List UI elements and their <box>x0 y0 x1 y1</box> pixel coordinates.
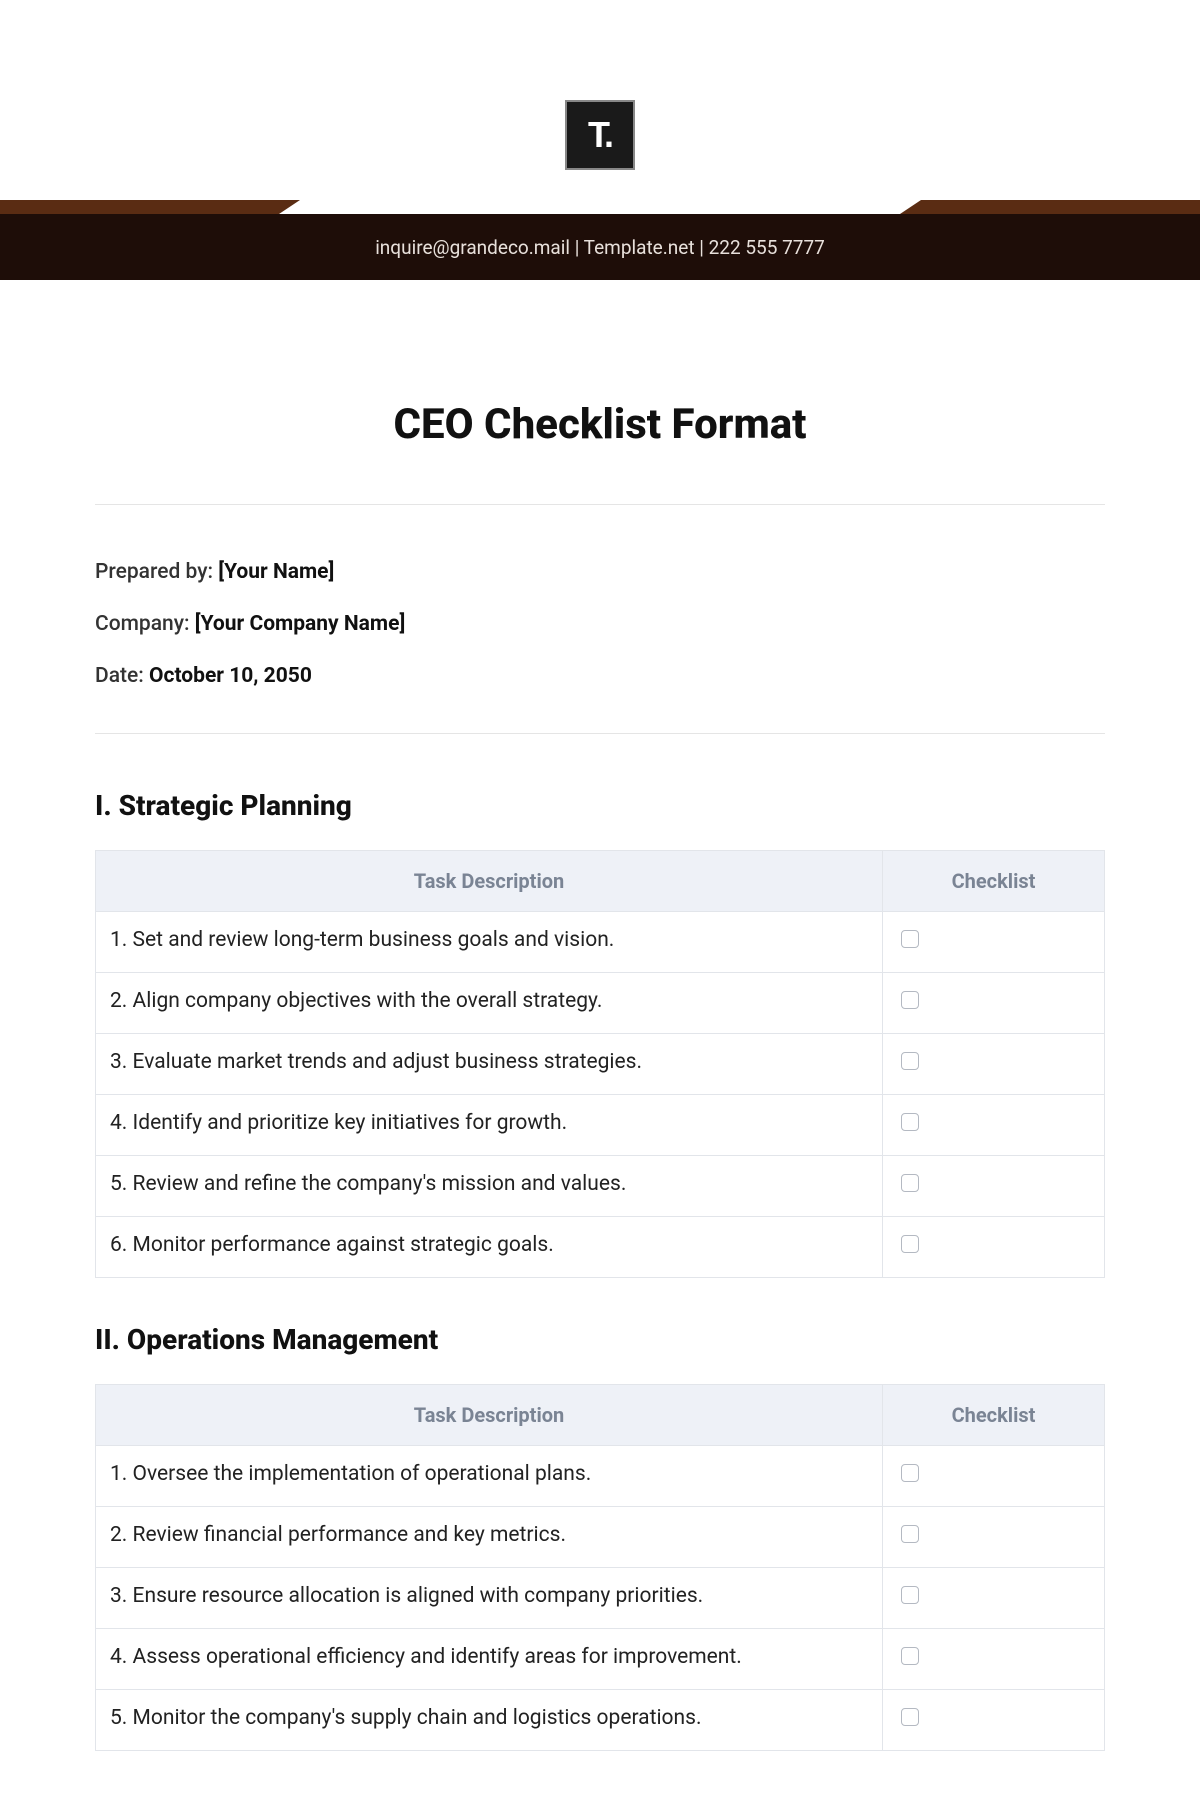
checkbox-cell <box>883 1217 1105 1278</box>
document-page: T. inquire@grandeco.mail | Template.net … <box>0 0 1200 1811</box>
checkbox-icon[interactable] <box>901 1174 919 1192</box>
checkbox-icon[interactable] <box>901 1113 919 1131</box>
meta-label: Company: <box>95 612 195 636</box>
checkbox-cell <box>883 1034 1105 1095</box>
meta-value: October 10, 2050 <box>149 664 312 688</box>
meta-label: Prepared by: <box>95 560 218 584</box>
checklist-table: Task DescriptionChecklist1. Oversee the … <box>95 1384 1105 1751</box>
checkbox-icon[interactable] <box>901 1586 919 1604</box>
task-cell: 2. Align company objectives with the ove… <box>96 973 883 1034</box>
logo-icon: T. <box>565 100 635 170</box>
column-header-task: Task Description <box>96 851 883 912</box>
task-cell: 3. Ensure resource allocation is aligned… <box>96 1568 883 1629</box>
table-row: 2. Align company objectives with the ove… <box>96 973 1105 1034</box>
header-contact-line: inquire@grandeco.mail | Template.net | 2… <box>0 214 1200 280</box>
task-cell: 1. Oversee the implementation of operati… <box>96 1446 883 1507</box>
column-header-task: Task Description <box>96 1385 883 1446</box>
checkbox-cell <box>883 912 1105 973</box>
checkbox-cell <box>883 1568 1105 1629</box>
meta-value: [Your Name] <box>218 560 334 584</box>
checkbox-icon[interactable] <box>901 1235 919 1253</box>
column-header-checklist: Checklist <box>883 1385 1105 1446</box>
task-cell: 4. Assess operational efficiency and ide… <box>96 1629 883 1690</box>
meta-block: Prepared by: [Your Name] Company: [Your … <box>95 560 1105 688</box>
sections-container: I. Strategic PlanningTask DescriptionChe… <box>95 789 1105 1751</box>
checkbox-cell <box>883 1690 1105 1751</box>
checkbox-cell <box>883 1156 1105 1217</box>
meta-date: Date: October 10, 2050 <box>95 664 1105 688</box>
column-header-checklist: Checklist <box>883 851 1105 912</box>
table-row: 3. Evaluate market trends and adjust bus… <box>96 1034 1105 1095</box>
checkbox-icon[interactable] <box>901 991 919 1009</box>
meta-company: Company: [Your Company Name] <box>95 612 1105 636</box>
logo-container: T. <box>0 0 1200 200</box>
meta-value: [Your Company Name] <box>195 612 405 636</box>
table-row: 4. Assess operational efficiency and ide… <box>96 1629 1105 1690</box>
table-row: 1. Oversee the implementation of operati… <box>96 1446 1105 1507</box>
task-cell: 4. Identify and prioritize key initiativ… <box>96 1095 883 1156</box>
task-cell: 5. Review and refine the company's missi… <box>96 1156 883 1217</box>
table-row: 1. Set and review long-term business goa… <box>96 912 1105 973</box>
table-row: 6. Monitor performance against strategic… <box>96 1217 1105 1278</box>
checkbox-cell <box>883 1629 1105 1690</box>
checkbox-cell <box>883 973 1105 1034</box>
divider <box>95 504 1105 505</box>
checkbox-cell <box>883 1095 1105 1156</box>
divider <box>95 733 1105 734</box>
task-cell: 3. Evaluate market trends and adjust bus… <box>96 1034 883 1095</box>
table-row: 5. Monitor the company's supply chain an… <box>96 1690 1105 1751</box>
checkbox-icon[interactable] <box>901 1464 919 1482</box>
section-heading: II. Operations Management <box>95 1323 1105 1356</box>
task-cell: 5. Monitor the company's supply chain an… <box>96 1690 883 1751</box>
header-accent <box>0 200 1200 214</box>
page-title: CEO Checklist Format <box>95 400 1105 449</box>
checkbox-icon[interactable] <box>901 1708 919 1726</box>
task-cell: 2. Review financial performance and key … <box>96 1507 883 1568</box>
checkbox-cell <box>883 1507 1105 1568</box>
checkbox-icon[interactable] <box>901 1647 919 1665</box>
checkbox-icon[interactable] <box>901 1052 919 1070</box>
header-bar: inquire@grandeco.mail | Template.net | 2… <box>0 200 1200 280</box>
section-heading: I. Strategic Planning <box>95 789 1105 822</box>
table-row: 2. Review financial performance and key … <box>96 1507 1105 1568</box>
checkbox-cell <box>883 1446 1105 1507</box>
checkbox-icon[interactable] <box>901 1525 919 1543</box>
meta-prepared-by: Prepared by: [Your Name] <box>95 560 1105 584</box>
checkbox-icon[interactable] <box>901 930 919 948</box>
task-cell: 6. Monitor performance against strategic… <box>96 1217 883 1278</box>
task-cell: 1. Set and review long-term business goa… <box>96 912 883 973</box>
table-row: 4. Identify and prioritize key initiativ… <box>96 1095 1105 1156</box>
meta-label: Date: <box>95 664 149 688</box>
table-row: 3. Ensure resource allocation is aligned… <box>96 1568 1105 1629</box>
content-area: CEO Checklist Format Prepared by: [Your … <box>0 400 1200 1751</box>
checklist-table: Task DescriptionChecklist1. Set and revi… <box>95 850 1105 1278</box>
table-row: 5. Review and refine the company's missi… <box>96 1156 1105 1217</box>
